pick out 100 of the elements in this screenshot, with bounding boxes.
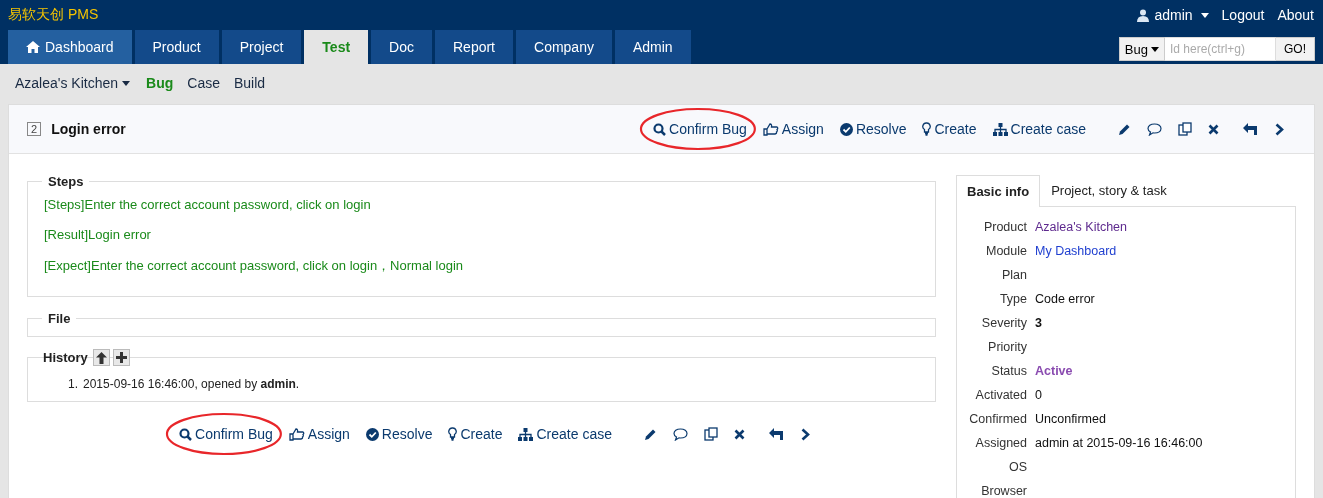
section-title: File: [47, 311, 72, 326]
search-icon: [653, 122, 667, 136]
field-label: Status: [990, 364, 1027, 378]
expand-button[interactable]: [112, 349, 130, 366]
chevron-right-icon: [1275, 122, 1284, 136]
action-link[interactable]: [672, 427, 688, 441]
sub-nav-link[interactable]: Build: [234, 75, 266, 91]
brand-name[interactable]: 易软天创 PMS: [8, 6, 99, 24]
field-label: Activated: [974, 388, 1027, 402]
home-icon: [26, 41, 40, 53]
field-value: Code error: [1035, 292, 1095, 306]
action-link[interactable]: [1208, 123, 1219, 135]
field-label: Confirmed: [968, 412, 1027, 426]
field-label: Severity: [980, 316, 1027, 330]
sitemap-icon: [992, 122, 1008, 136]
action-link[interactable]: [1243, 123, 1259, 135]
field-value: Active: [1035, 364, 1073, 378]
type-dropdown[interactable]: Bug: [1118, 37, 1165, 61]
up-arrow-icon: [95, 351, 107, 364]
field-label: Assigned: [974, 436, 1027, 450]
top-link[interactable]: Logout: [1221, 7, 1265, 23]
lightbulb-icon: [448, 427, 458, 441]
sub-nav-link[interactable]: Bug: [146, 75, 174, 91]
back-arrow-icon: [1243, 123, 1259, 135]
info-tab[interactable]: Project, story & task: [1040, 174, 1178, 206]
back-arrow-icon: [768, 428, 785, 440]
nav-tab[interactable]: Doc: [371, 30, 432, 64]
speech-bubble-icon: [672, 427, 688, 441]
check-circle-icon: [839, 122, 853, 136]
action-link[interactable]: [703, 427, 718, 441]
pencil-icon: [1118, 122, 1131, 136]
speech-bubble-icon: [1147, 122, 1162, 136]
step-text: [Expect]Enter the correct account password, click on login，Normal login: [44, 257, 465, 275]
nav-tab[interactable]: Project: [221, 30, 302, 64]
sitemap-icon: [518, 427, 534, 441]
field-value[interactable]: Azalea's Kitchen: [1035, 220, 1128, 234]
sub-nav-link[interactable]: Case: [187, 75, 220, 91]
section-title: Steps: [47, 174, 85, 189]
field-label: Browser: [980, 484, 1027, 498]
go-button[interactable]: GO!: [1276, 37, 1315, 61]
action-link[interactable]: Create: [922, 121, 977, 137]
nav-tab[interactable]: Dashboard: [8, 30, 132, 64]
info-tab[interactable]: Basic info: [956, 175, 1041, 207]
field-value[interactable]: My Dashboard: [1035, 244, 1117, 258]
action-link[interactable]: Create case: [992, 121, 1086, 137]
nav-tab[interactable]: Report: [435, 30, 513, 64]
action-link[interactable]: Resolve: [839, 121, 907, 137]
nav-tab[interactable]: Company: [516, 30, 612, 64]
pencil-icon: [643, 427, 657, 441]
close-icon: [733, 428, 745, 440]
field-label: OS: [1007, 460, 1027, 474]
action-link[interactable]: Assign: [762, 121, 824, 137]
action-link[interactable]: [1147, 122, 1162, 136]
section-title: History: [43, 350, 88, 365]
caret-icon: [1200, 12, 1209, 18]
product-dropdown[interactable]: Azalea's Kitchen: [15, 75, 131, 91]
field-label: Priority: [987, 340, 1027, 354]
nav-tab[interactable]: Admin: [614, 30, 691, 64]
bug-title: Login error: [51, 121, 126, 137]
caret-icon: [122, 80, 131, 86]
hand-icon: [288, 427, 305, 441]
top-link[interactable]: About: [1277, 7, 1314, 23]
id-search-field[interactable]: Id here(ctrl+g): [1165, 37, 1276, 61]
action-link[interactable]: [800, 427, 810, 441]
step-text: [Steps]Enter the correct account password, click on login: [44, 197, 372, 212]
caret-icon: [1151, 46, 1159, 52]
field-label: Product: [982, 220, 1027, 234]
action-link[interactable]: [1178, 122, 1192, 136]
copy-icon: [703, 427, 718, 441]
search-icon: [179, 427, 192, 441]
action-link[interactable]: Create case: [518, 426, 612, 442]
nav-tab[interactable]: Test: [304, 30, 369, 64]
chevron-right-icon: [800, 427, 810, 441]
user-icon: [1137, 8, 1150, 22]
field-label: Module: [985, 244, 1027, 258]
action-link[interactable]: Create: [448, 426, 503, 442]
plus-icon: [115, 352, 127, 363]
action-link[interactable]: [733, 428, 745, 440]
field-value: admin at 2015-09-16 16:46:00: [1035, 436, 1203, 450]
field-value: Unconfirmed: [1035, 412, 1106, 426]
check-circle-icon: [365, 427, 379, 441]
user-menu[interactable]: admin: [1137, 7, 1209, 23]
history-entry: 2015-09-16 16:46:00, opened by admin.: [83, 377, 300, 391]
bug-id: 2: [27, 122, 42, 136]
step-text: [Result]Login error: [44, 227, 152, 242]
action-link[interactable]: [1118, 122, 1131, 136]
action-link[interactable]: [768, 428, 785, 440]
copy-icon: [1178, 122, 1192, 136]
action-link[interactable]: [1275, 122, 1284, 136]
sort-button[interactable]: [92, 349, 110, 366]
lightbulb-icon: [922, 122, 932, 136]
action-link[interactable]: Assign: [288, 426, 350, 442]
action-link[interactable]: [643, 427, 657, 441]
hand-icon: [762, 122, 779, 136]
field-label: Plan: [1000, 268, 1027, 282]
list-number: 1.: [68, 377, 78, 391]
close-icon: [1208, 123, 1219, 135]
action-link[interactable]: Resolve: [365, 426, 433, 442]
nav-tab[interactable]: Product: [134, 30, 219, 64]
field-value: 3: [1035, 316, 1042, 330]
